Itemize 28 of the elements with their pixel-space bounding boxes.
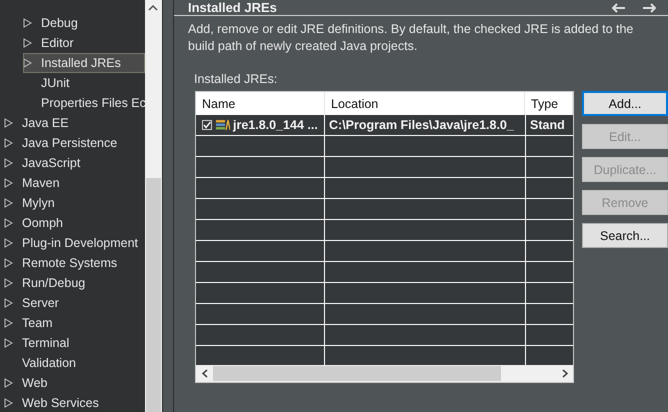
- tree-item[interactable]: Web: [4, 373, 52, 393]
- tree-item[interactable]: Plug-in Development: [4, 233, 142, 253]
- tree-item[interactable]: Team: [4, 313, 57, 333]
- tree-item[interactable]: Debug: [23, 13, 82, 33]
- page-title: Installed JREs: [188, 0, 277, 15]
- tree-item[interactable]: Editor: [23, 33, 78, 53]
- table-cell: Stand: [526, 115, 573, 135]
- tree-item[interactable]: Maven: [4, 173, 64, 193]
- tree-item[interactable]: Validation: [4, 353, 80, 373]
- action-button[interactable]: Search...: [582, 223, 668, 248]
- tree-item[interactable]: Run/Debug: [4, 273, 90, 293]
- tree-item[interactable]: Server: [4, 293, 63, 313]
- tree-item[interactable]: Mylyn: [4, 193, 59, 213]
- tree-item[interactable]: JUnit: [23, 73, 74, 93]
- tree-item[interactable]: Remote Systems: [4, 253, 122, 273]
- tree-item[interactable]: Installed JREs: [23, 53, 145, 73]
- action-button[interactable]: Add...: [582, 91, 668, 116]
- tree-item[interactable]: JavaScript: [4, 153, 84, 173]
- table-cell: C:\Program Files\Java\jre1.8.0_: [325, 115, 525, 135]
- table-label: Installed JREs:: [194, 72, 278, 86]
- tree-item[interactable]: Web Services: [4, 393, 103, 412]
- tree-item[interactable]: Terminal: [4, 333, 74, 353]
- tree-item[interactable]: Oomph: [4, 213, 67, 233]
- tree-item[interactable]: Java Persistence: [4, 133, 122, 153]
- description-text: Add, remove or edit JRE definitions. By default, the checked JRE is added to the build path of newly created Java projects.: [188, 21, 634, 55]
- table-cell: jre1.8.0_144 ...: [196, 115, 324, 135]
- jre-table[interactable]: Name Location Type jre1.8.0_144 ... C:\Program Files\Java\jre1.8.0_ Stand: [195, 91, 574, 383]
- tree-item[interactable]: Java EE: [4, 113, 73, 133]
